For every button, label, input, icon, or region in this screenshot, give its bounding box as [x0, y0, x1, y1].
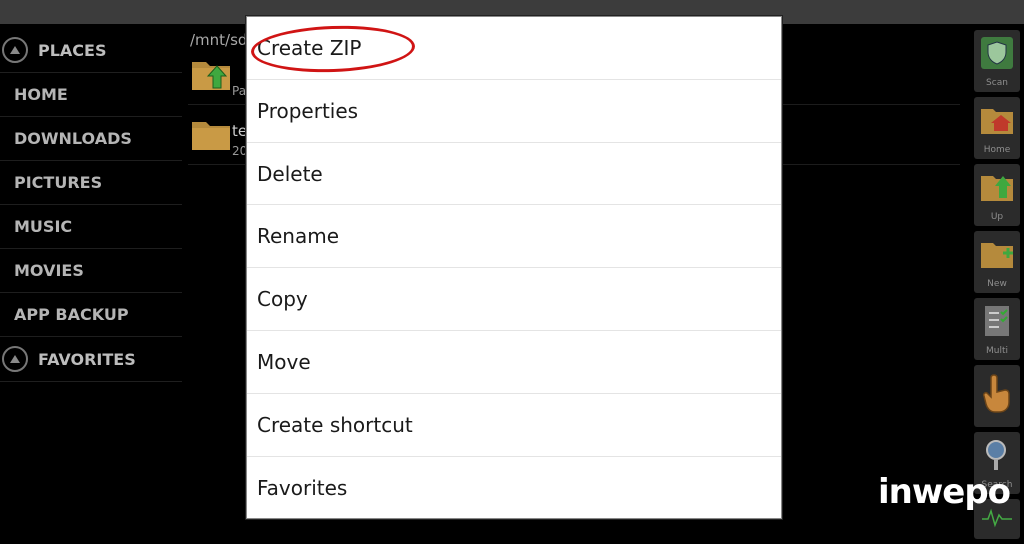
new-folder-icon	[979, 237, 1015, 275]
menu-item-label: Rename	[257, 224, 340, 249]
sidebar: PLACES HOME DOWNLOADS PICTURES MUSIC MOV…	[0, 28, 182, 382]
checklist-icon	[982, 304, 1012, 342]
tool-label: Home	[983, 145, 1011, 155]
home-folder-icon	[979, 103, 1015, 141]
sidebar-item-app-backup[interactable]: APP BACKUP	[0, 293, 182, 337]
tool-label: New	[987, 279, 1007, 289]
tool-label: Scan	[986, 78, 1008, 88]
tool-label: Up	[990, 212, 1004, 222]
menu-item-rename[interactable]: Rename	[247, 205, 781, 269]
menu-item-create-shortcut[interactable]: Create shortcut	[247, 394, 781, 457]
watermark-logo: inwepo	[878, 472, 1011, 512]
sidebar-item-pictures[interactable]: PICTURES	[0, 161, 182, 205]
menu-item-move[interactable]: Move	[247, 331, 781, 394]
menu-item-label: Copy	[257, 287, 308, 312]
home-button[interactable]: Home	[974, 97, 1020, 159]
collapse-up-icon[interactable]	[2, 346, 28, 372]
context-menu-dialog: Create ZIP Properties Delete Rename Copy…	[246, 16, 782, 519]
places-header[interactable]: PLACES	[0, 28, 182, 73]
multi-select-button[interactable]: Multi	[974, 298, 1020, 360]
shield-icon	[980, 36, 1014, 74]
menu-item-label: Properties	[257, 98, 359, 123]
places-label: PLACES	[38, 40, 107, 60]
gesture-button[interactable]	[974, 365, 1020, 427]
file-detail: 20	[232, 144, 248, 158]
magnifier-icon	[982, 438, 1012, 476]
folder-icon	[190, 116, 232, 156]
scan-button[interactable]: Scan	[974, 30, 1020, 92]
folder-up-icon	[190, 56, 232, 96]
file-name: te	[232, 122, 248, 140]
menu-item-label: Create ZIP	[257, 36, 362, 60]
new-folder-button[interactable]: New	[974, 231, 1020, 293]
menu-item-copy[interactable]: Copy	[247, 268, 781, 331]
menu-item-properties[interactable]: Properties	[247, 80, 781, 143]
menu-item-favorites[interactable]: Favorites	[247, 457, 781, 520]
favorites-label: FAVORITES	[38, 349, 136, 369]
right-toolbar: Scan Home Up New Multi Search	[974, 30, 1024, 544]
up-folder-icon	[979, 170, 1015, 208]
tool-label: Multi	[986, 346, 1008, 356]
menu-item-delete[interactable]: Delete	[247, 143, 781, 206]
menu-item-label: Delete	[257, 161, 323, 186]
sidebar-item-movies[interactable]: MOVIES	[0, 249, 182, 293]
current-path: /mnt/sd	[190, 31, 248, 49]
sidebar-item-music[interactable]: MUSIC	[0, 205, 182, 249]
menu-item-label: Favorites	[257, 475, 348, 500]
sidebar-item-home[interactable]: HOME	[0, 73, 182, 117]
collapse-up-icon[interactable]	[2, 37, 28, 63]
up-button[interactable]: Up	[974, 164, 1020, 226]
file-detail: Pa	[232, 84, 247, 98]
menu-item-label: Move	[257, 349, 311, 374]
hand-pointer-icon	[980, 371, 1014, 419]
menu-item-label: Create shortcut	[257, 412, 413, 437]
menu-item-create-zip[interactable]: Create ZIP	[247, 17, 781, 80]
favorites-header[interactable]: FAVORITES	[0, 337, 182, 382]
sidebar-item-downloads[interactable]: DOWNLOADS	[0, 117, 182, 161]
